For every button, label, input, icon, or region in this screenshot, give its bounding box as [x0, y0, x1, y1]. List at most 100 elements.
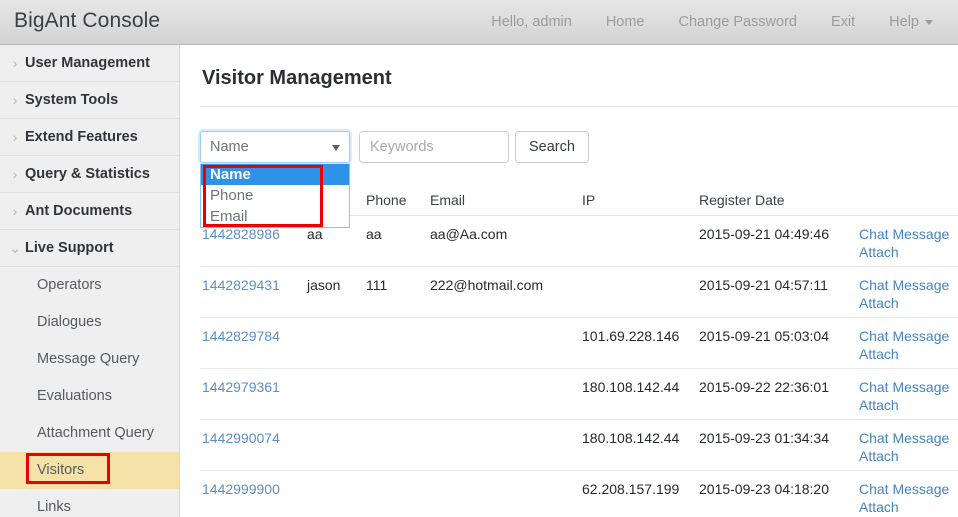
attach-link[interactable]: Attach	[859, 498, 949, 516]
sidebar-item-operators[interactable]: Operators	[0, 267, 179, 304]
visitor-id-link[interactable]: 1442999900	[202, 480, 280, 498]
visitor-register-date: 2015-09-21 04:49:46	[699, 226, 829, 242]
visitor-register-date: 2015-09-23 04:18:20	[699, 481, 829, 497]
column-header-phone: Phone	[366, 192, 407, 208]
sidebar-group-label: System Tools	[25, 92, 119, 108]
row-actions: Chat Message Attach	[859, 429, 949, 465]
table-row: 1442999900 62.208.157.199 2015-09-23 04:…	[200, 471, 958, 517]
nav-help-label: Help	[889, 14, 919, 30]
chevron-down-icon: ⌄	[9, 240, 21, 256]
row-actions: Chat Message Attach	[859, 225, 949, 261]
filter-select-options[interactable]: Name Phone Email	[200, 164, 350, 228]
table-row: 1442829784 101.69.228.146 2015-09-21 05:…	[200, 318, 958, 369]
nav-help-menu[interactable]: Help	[872, 0, 950, 44]
visitor-id-link[interactable]: 1442829784	[202, 327, 280, 345]
main-content: Visitor Management Name Name Phone Email…	[181, 45, 958, 517]
sidebar-item-dialogues[interactable]: Dialogues	[0, 304, 179, 341]
sidebar-item-evaluations[interactable]: Evaluations	[0, 378, 179, 415]
visitor-register-date: 2015-09-22 22:36:01	[699, 379, 829, 395]
row-actions: Chat Message Attach	[859, 276, 949, 312]
sidebar-item-label: Visitors	[37, 462, 85, 478]
column-header-email: Email	[430, 192, 466, 208]
top-bar: BigAnt Console Hello, admin Home Change …	[0, 0, 958, 45]
chevron-right-icon: ›	[12, 55, 18, 71]
search-button[interactable]: Search	[515, 131, 589, 163]
nav-exit-link[interactable]: Exit	[814, 0, 872, 44]
chat-message-link[interactable]: Chat Message	[859, 276, 949, 294]
visitors-table: Phone Email IP Register Date 1442828986 …	[200, 188, 958, 517]
visitor-id-link[interactable]: 1442990074	[202, 429, 280, 447]
nav-home-link[interactable]: Home	[589, 0, 662, 44]
filter-option-phone[interactable]: Phone	[201, 185, 349, 206]
visitor-email: 222@hotmail.com	[430, 277, 544, 293]
chat-message-link[interactable]: Chat Message	[859, 378, 949, 396]
row-actions: Chat Message Attach	[859, 327, 949, 363]
chevron-right-icon: ›	[12, 129, 18, 145]
table-row: 1442829431 jason 111 222@hotmail.com 201…	[200, 267, 958, 318]
keywords-input[interactable]	[359, 131, 509, 163]
attach-link[interactable]: Attach	[859, 447, 949, 465]
sidebar: › User Management › System Tools › Exten…	[0, 45, 180, 517]
chat-message-link[interactable]: Chat Message	[859, 225, 949, 243]
chat-message-link[interactable]: Chat Message	[859, 327, 949, 345]
sidebar-group-label: Live Support	[25, 240, 114, 256]
sidebar-group-query-statistics[interactable]: › Query & Statistics	[0, 156, 179, 193]
sidebar-item-label: Evaluations	[37, 388, 112, 404]
table-row: 1442990074 180.108.142.44 2015-09-23 01:…	[200, 420, 958, 471]
sidebar-item-attachment-query[interactable]: Attachment Query	[0, 415, 179, 452]
sidebar-group-label: Extend Features	[25, 129, 138, 145]
visitor-register-date: 2015-09-21 05:03:04	[699, 328, 829, 344]
visitor-ip: 101.69.228.146	[582, 328, 680, 344]
visitor-ip: 62.208.157.199	[582, 481, 680, 497]
sidebar-item-visitors[interactable]: Visitors	[0, 452, 179, 489]
visitor-register-date: 2015-09-23 01:34:34	[699, 430, 829, 446]
sidebar-group-user-management[interactable]: › User Management	[0, 45, 179, 82]
app-root: BigAnt Console Hello, admin Home Change …	[0, 0, 958, 517]
visitor-phone: aa	[366, 226, 382, 242]
title-divider	[200, 106, 958, 107]
sidebar-item-label: Links	[37, 499, 71, 515]
sidebar-group-live-support[interactable]: ⌄ Live Support	[0, 230, 179, 267]
app-brand-title: BigAnt Console	[14, 9, 161, 32]
top-navigation: Hello, admin Home Change Password Exit H…	[474, 0, 950, 44]
column-header-register-date: Register Date	[699, 192, 785, 208]
sidebar-item-message-query[interactable]: Message Query	[0, 341, 179, 378]
chat-message-link[interactable]: Chat Message	[859, 480, 949, 498]
page-title: Visitor Management	[202, 67, 392, 89]
caret-down-icon	[332, 145, 340, 151]
row-actions: Chat Message Attach	[859, 480, 949, 516]
attach-link[interactable]: Attach	[859, 294, 949, 312]
chevron-right-icon: ›	[12, 92, 18, 108]
attach-link[interactable]: Attach	[859, 243, 949, 261]
chat-message-link[interactable]: Chat Message	[859, 429, 949, 447]
chevron-right-icon: ›	[12, 203, 18, 219]
sidebar-group-extend-features[interactable]: › Extend Features	[0, 119, 179, 156]
caret-down-icon	[925, 19, 933, 25]
attach-link[interactable]: Attach	[859, 345, 949, 363]
sidebar-group-label: Ant Documents	[25, 203, 133, 219]
visitor-phone: 111	[366, 277, 388, 293]
filter-option-name[interactable]: Name	[201, 164, 349, 185]
row-actions: Chat Message Attach	[859, 378, 949, 414]
visitor-email: aa@Aa.com	[430, 226, 508, 242]
visitor-id-link[interactable]: 1442829431	[202, 276, 280, 294]
visitor-ip: 180.108.142.44	[582, 430, 680, 446]
sidebar-item-label: Attachment Query	[37, 425, 154, 441]
visitor-register-date: 2015-09-21 04:57:11	[699, 277, 828, 293]
attach-link[interactable]: Attach	[859, 396, 949, 414]
nav-change-password-link[interactable]: Change Password	[662, 0, 815, 44]
sidebar-group-ant-documents[interactable]: › Ant Documents	[0, 193, 179, 230]
sidebar-item-label: Operators	[37, 277, 102, 293]
table-row: 1442979361 180.108.142.44 2015-09-22 22:…	[200, 369, 958, 420]
visitor-name: jason	[307, 277, 341, 293]
filter-select[interactable]: Name	[200, 131, 350, 163]
visitor-id-link[interactable]: 1442979361	[202, 378, 280, 396]
greeting-label: Hello, admin	[491, 14, 572, 30]
filter-option-email[interactable]: Email	[201, 206, 349, 227]
sidebar-item-links[interactable]: Links	[0, 489, 179, 517]
chevron-right-icon: ›	[12, 166, 18, 182]
column-header-ip: IP	[582, 192, 596, 208]
sidebar-item-label: Dialogues	[37, 314, 102, 330]
sidebar-group-system-tools[interactable]: › System Tools	[0, 82, 179, 119]
visitor-ip: 180.108.142.44	[582, 379, 680, 395]
